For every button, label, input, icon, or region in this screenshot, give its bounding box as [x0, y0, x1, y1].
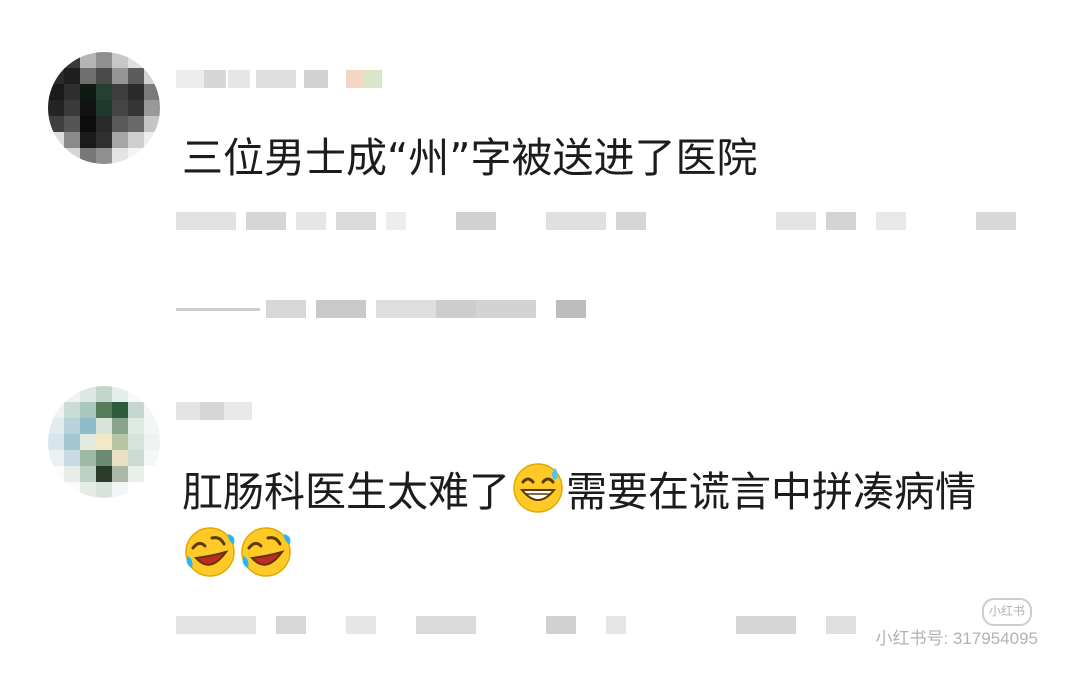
redacted-reply-link-1[interactable] [176, 300, 596, 318]
watermark-id: 小红书号: 317954095 [875, 629, 1038, 648]
user-avatar-1[interactable] [48, 52, 160, 164]
comment-text-1: 三位男士成“州”字被送进了医院 [182, 126, 1020, 190]
comment-text-2: 肛肠科医生太难了 需要在谎言中拼凑病情 [182, 460, 1020, 588]
comment-2-body-end: 需要在谎言中拼凑病情 [566, 468, 976, 516]
redacted-username-1 [176, 70, 386, 88]
redacted-username-2 [176, 402, 256, 420]
comment-1-body: 三位男士成“州”字被送进了医院 [182, 134, 758, 182]
user-avatar-2[interactable] [48, 386, 160, 498]
redacted-meta-row-1 [176, 212, 1036, 230]
redacted-meta-row-2 [176, 616, 896, 634]
comment-2-body-start: 肛肠科医生太难了 [182, 468, 510, 516]
watermark-logo: 小红书 [982, 598, 1032, 626]
grinning-sweat-emoji-icon [513, 463, 563, 513]
rolling-laughing-emoji-icon [185, 527, 235, 577]
rolling-laughing-emoji-icon [241, 527, 291, 577]
